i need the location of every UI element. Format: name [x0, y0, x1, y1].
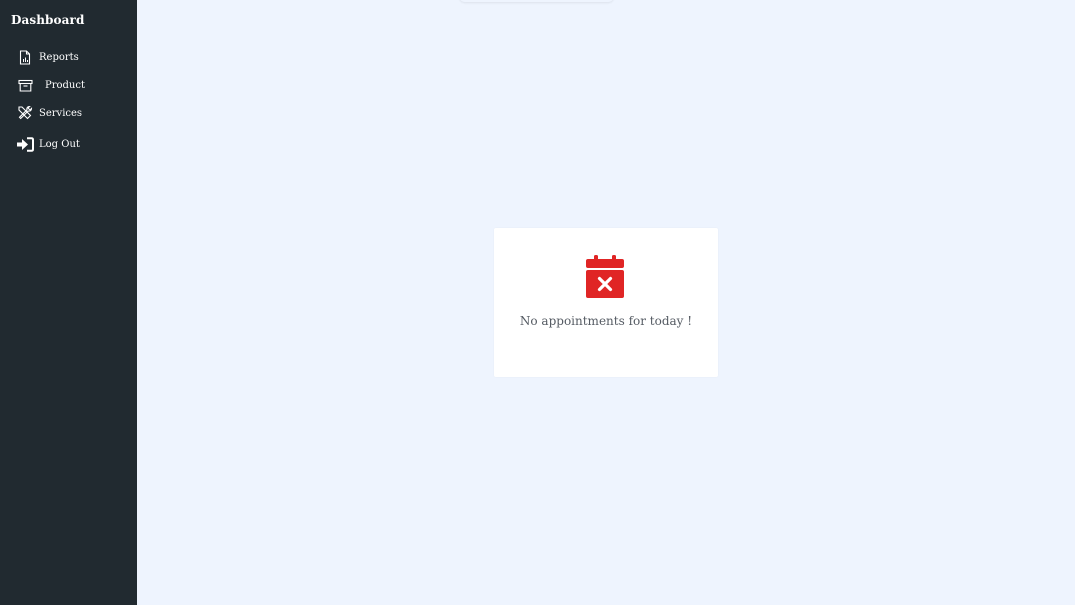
sidebar-item-product[interactable]: Product [16, 75, 85, 95]
sidebar-item-services[interactable]: Services [16, 103, 82, 123]
sign-in-arrow-icon [16, 135, 34, 153]
sidebar-brand[interactable]: Dashboard [11, 13, 84, 27]
calendar-x-icon [586, 255, 624, 298]
sidebar-item-label: Reports [39, 51, 79, 63]
app-window: Dashboard Reports Product Services Log O… [0, 0, 1075, 605]
sidebar-item-logout[interactable]: Log Out [16, 134, 80, 154]
file-chart-icon [16, 48, 34, 66]
empty-state-message: No appointments for today ! [519, 314, 693, 328]
tools-icon [16, 104, 34, 122]
main-content: No appointments for today ! [137, 0, 1075, 605]
sidebar-item-label: Services [39, 107, 83, 119]
sidebar: Dashboard Reports Product Services Log O… [0, 0, 137, 605]
empty-state-card: No appointments for today ! [494, 228, 718, 377]
sidebar-item-label: Log Out [39, 138, 80, 150]
top-pull-tab[interactable] [459, 0, 614, 2]
sidebar-item-reports[interactable]: Reports [16, 47, 79, 67]
archive-icon [16, 76, 34, 94]
sidebar-item-label: Product [45, 79, 85, 91]
